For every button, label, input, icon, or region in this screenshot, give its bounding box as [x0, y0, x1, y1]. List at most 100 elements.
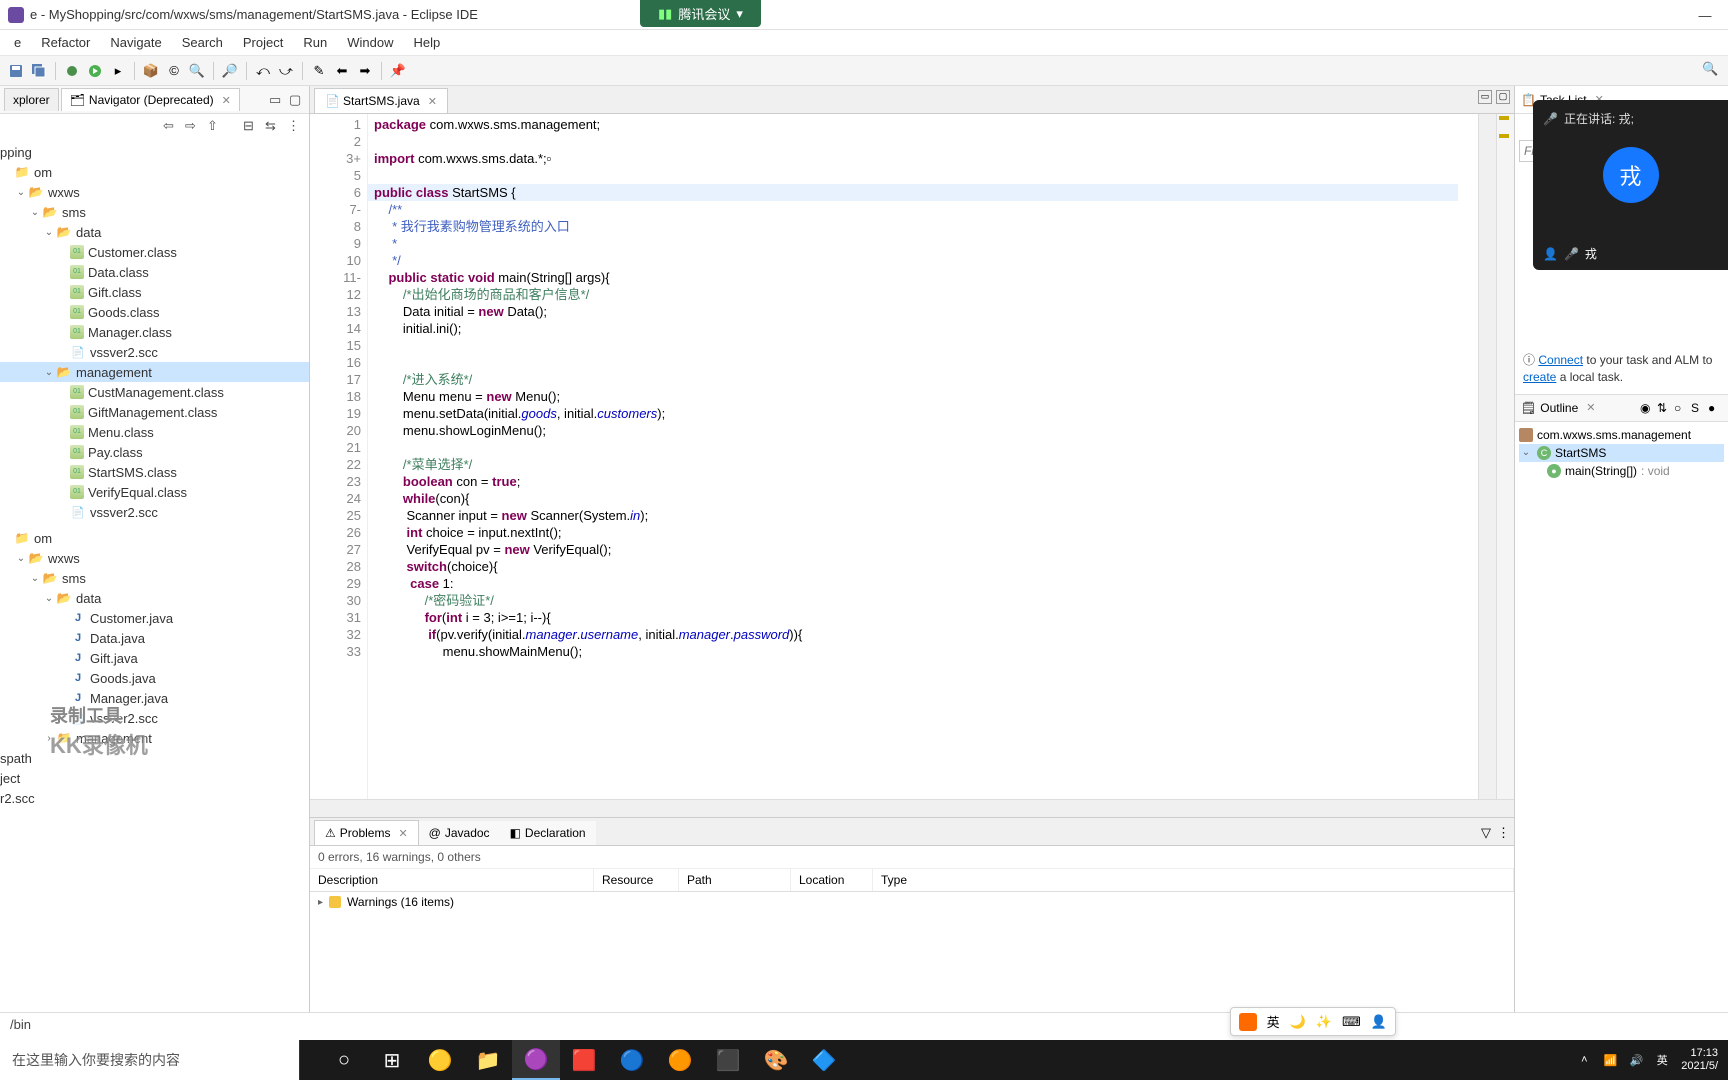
- edge-icon[interactable]: 🔵: [608, 1040, 656, 1080]
- pin-icon[interactable]: 📌: [388, 61, 408, 81]
- eclipse-taskbar-icon[interactable]: 🟣: [512, 1040, 560, 1080]
- ime-emoji-icon[interactable]: ✨: [1316, 1014, 1332, 1030]
- link-editor-icon[interactable]: ⇆: [265, 118, 281, 134]
- tree-item[interactable]: ⌄management: [0, 362, 309, 382]
- outline-package[interactable]: com.wxws.sms.management: [1519, 426, 1724, 444]
- minimize-view-icon[interactable]: ▭: [269, 92, 285, 108]
- outline-class[interactable]: ⌄ StartSMS: [1519, 444, 1724, 462]
- ime-toolbar[interactable]: 英 🌙 ✨ ⌨ 👤: [1230, 1007, 1396, 1036]
- tree-item[interactable]: Manager.class: [0, 322, 309, 342]
- expand-icon[interactable]: ›: [42, 733, 56, 744]
- task-view-icon[interactable]: ⊞: [368, 1040, 416, 1080]
- tree-item[interactable]: Customer.java: [0, 608, 309, 628]
- powerpoint-icon[interactable]: 🟥: [560, 1040, 608, 1080]
- col-type[interactable]: Type: [873, 869, 1514, 891]
- tencent-meeting-overlay[interactable]: 正在讲话: 戎; 戎 👤 戎: [1533, 100, 1728, 270]
- clock[interactable]: 17:13 2021/5/: [1681, 1047, 1718, 1073]
- horizontal-scrollbar[interactable]: [310, 799, 1514, 817]
- ime-lang[interactable]: 英: [1267, 1012, 1280, 1031]
- tree-item[interactable]: Goods.class: [0, 302, 309, 322]
- prev-annotation-icon[interactable]: ⤺: [253, 61, 273, 81]
- volume-icon[interactable]: 🔊: [1627, 1051, 1645, 1069]
- close-icon[interactable]: ✕: [428, 95, 437, 108]
- tencent-meeting-badge[interactable]: ▮▮ 腾讯会议 ▾: [640, 0, 761, 27]
- outline-tree[interactable]: com.wxws.sms.management ⌄ StartSMS ● mai…: [1515, 422, 1728, 484]
- menu-navigate[interactable]: Navigate: [100, 31, 171, 54]
- menu-project[interactable]: Project: [233, 31, 293, 54]
- tree-item[interactable]: vssver2.scc: [0, 708, 309, 728]
- maximize-editor-icon[interactable]: ▢: [1496, 90, 1510, 104]
- collapse-all-icon[interactable]: ⊟: [243, 118, 259, 134]
- hide-fields-icon[interactable]: ○: [1674, 401, 1688, 415]
- tree-root[interactable]: pping: [0, 142, 309, 162]
- expand-icon[interactable]: ⌄: [1519, 447, 1533, 458]
- tree-item[interactable]: ⌄sms: [0, 568, 309, 588]
- windows-search-box[interactable]: 在这里输入你要搜索的内容: [0, 1040, 300, 1080]
- col-description[interactable]: Description: [310, 869, 594, 891]
- col-location[interactable]: Location: [791, 869, 873, 891]
- table-row[interactable]: ▸ Warnings (16 items): [310, 892, 1514, 912]
- minimize-button[interactable]: —: [1682, 0, 1728, 30]
- cortana-icon[interactable]: ○: [320, 1040, 368, 1080]
- minimize-editor-icon[interactable]: ▭: [1478, 90, 1492, 104]
- menu-run[interactable]: Run: [293, 31, 337, 54]
- tree-item[interactable]: ⌄data: [0, 588, 309, 608]
- tree-item[interactable]: om: [0, 528, 309, 548]
- back-nav-icon[interactable]: ⇦: [163, 118, 179, 134]
- tab-problems[interactable]: ⚠ Problems ✕: [314, 820, 419, 845]
- sort-icon[interactable]: ⇅: [1657, 401, 1671, 415]
- tab-explorer[interactable]: xplorer: [4, 88, 59, 111]
- tree-item[interactable]: Goods.java: [0, 668, 309, 688]
- forward-nav-icon[interactable]: ⇨: [185, 118, 201, 134]
- tree-item[interactable]: Gift.java: [0, 648, 309, 668]
- tree-misc[interactable]: ject: [0, 768, 309, 788]
- vertical-scrollbar[interactable]: [1478, 114, 1496, 799]
- code-area[interactable]: package com.wxws.sms.management; import …: [368, 114, 1478, 799]
- tree-item[interactable]: StartSMS.class: [0, 462, 309, 482]
- collapse-icon[interactable]: ⌄: [42, 593, 56, 604]
- tree-item[interactable]: om: [0, 162, 309, 182]
- overview-ruler[interactable]: [1496, 114, 1514, 799]
- tree-item[interactable]: CustManagement.class: [0, 382, 309, 402]
- coverage-icon[interactable]: ▸: [108, 61, 128, 81]
- search-icon[interactable]: 🔎: [220, 61, 240, 81]
- filter-icon[interactable]: ▽: [1481, 825, 1491, 841]
- filter-icon[interactable]: ⋮: [287, 118, 303, 134]
- file-explorer-icon[interactable]: 📁: [464, 1040, 512, 1080]
- collapse-icon[interactable]: ⌄: [42, 367, 56, 378]
- tree-misc[interactable]: r2.scc: [0, 788, 309, 808]
- terminal-icon[interactable]: ⬛: [704, 1040, 752, 1080]
- forward-icon[interactable]: ➡: [355, 61, 375, 81]
- tree-item[interactable]: Data.java: [0, 628, 309, 648]
- app-icon[interactable]: 🟠: [656, 1040, 704, 1080]
- run-icon[interactable]: [85, 61, 105, 81]
- ime-user-icon[interactable]: 👤: [1371, 1014, 1387, 1030]
- tree-item[interactable]: Data.class: [0, 262, 309, 282]
- code-editor[interactable]: 123+567-891011-1213141516171819202122232…: [310, 114, 1514, 799]
- outline-method[interactable]: ● main(String[]) : void: [1519, 462, 1724, 480]
- tree-item[interactable]: Gift.class: [0, 282, 309, 302]
- ime-tray-icon[interactable]: 英: [1653, 1051, 1671, 1069]
- navigator-tree[interactable]: pping om⌄wxws⌄sms⌄dataCustomer.classData…: [0, 138, 309, 1012]
- menu-refactor[interactable]: Refactor: [31, 31, 100, 54]
- ime-keyboard-icon[interactable]: ⌨: [1342, 1014, 1361, 1030]
- tree-item[interactable]: Menu.class: [0, 422, 309, 442]
- close-icon[interactable]: ✕: [222, 94, 231, 107]
- new-package-icon[interactable]: 📦: [141, 61, 161, 81]
- menu-source[interactable]: e: [4, 31, 31, 54]
- collapse-icon[interactable]: ⌄: [42, 227, 56, 238]
- tree-item[interactable]: GiftManagement.class: [0, 402, 309, 422]
- col-path[interactable]: Path: [679, 869, 791, 891]
- problems-table[interactable]: Description Resource Path Location Type …: [310, 869, 1514, 1012]
- expand-icon[interactable]: ▸: [318, 897, 323, 908]
- menu-search[interactable]: Search: [172, 31, 233, 54]
- menu-help[interactable]: Help: [403, 31, 450, 54]
- maximize-view-icon[interactable]: ▢: [289, 92, 305, 108]
- connect-link[interactable]: Connect: [1538, 353, 1583, 367]
- open-type-icon[interactable]: 🔍: [187, 61, 207, 81]
- focus-icon[interactable]: ◉: [1640, 401, 1654, 415]
- tab-javadoc[interactable]: @ Javadoc: [419, 821, 500, 845]
- quick-access-icon[interactable]: 🔍: [1702, 61, 1722, 81]
- ime-punct-icon[interactable]: 🌙: [1290, 1014, 1306, 1030]
- next-annotation-icon[interactable]: ⤻: [276, 61, 296, 81]
